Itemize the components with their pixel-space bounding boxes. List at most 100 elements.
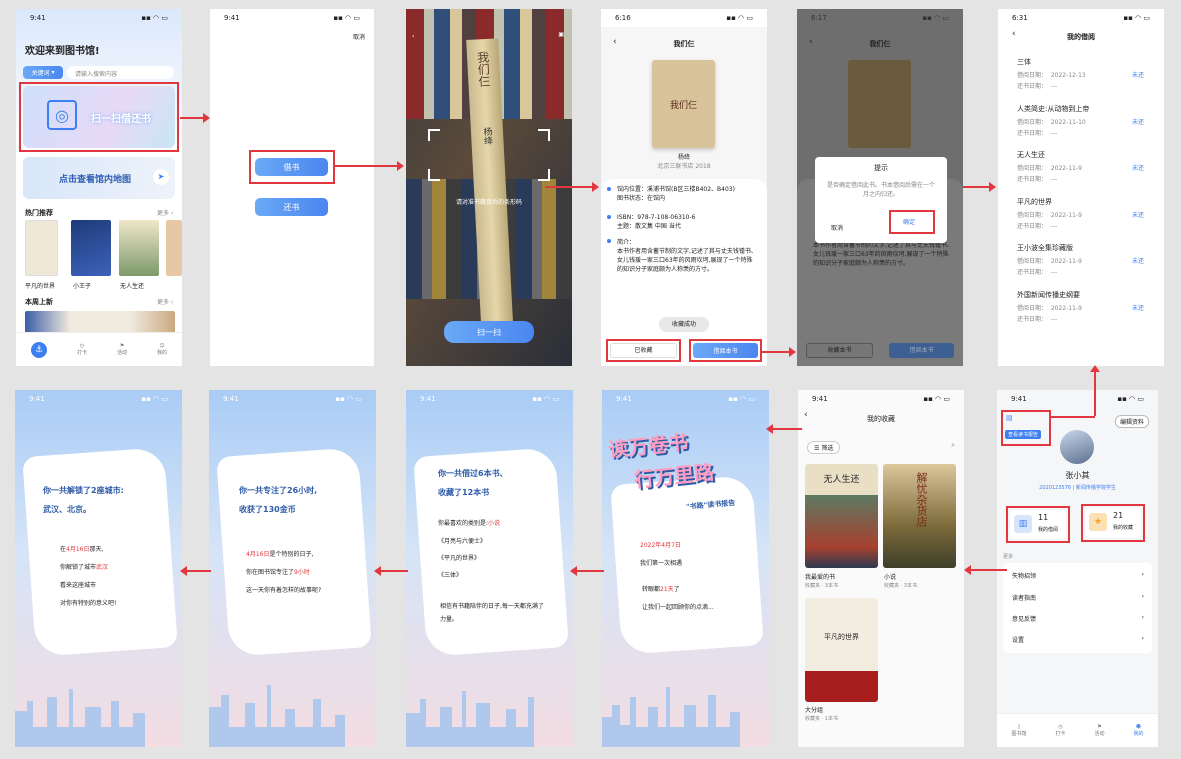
- record-return-date: 还书日期： ---: [1017, 176, 1058, 183]
- new-books-strip[interactable]: [25, 311, 175, 333]
- borrow-button[interactable]: 借书: [255, 158, 328, 176]
- collection-cover[interactable]: 解忧杂货店: [883, 464, 956, 568]
- scan-frame-corner: [428, 169, 440, 181]
- dialog-title: 提示: [874, 164, 888, 172]
- scan-frame-corner: [538, 129, 550, 141]
- book-cover[interactable]: [166, 220, 182, 276]
- nav-library[interactable]: ▯ 图书馆: [1011, 724, 1026, 737]
- record-borrow-date: 借阅日期： 2022-11-9: [1017, 258, 1082, 265]
- report-line: 对你有特别的意义吧!: [60, 600, 117, 607]
- borrow-count: 11: [1038, 513, 1049, 522]
- book-detail-screen: 6:16 ▪▪ ◠ ▭ 我们仨 ‹ 我们仨 杨绛 北京三联书店 2018 馆内位置…: [601, 9, 767, 366]
- dialog-cancel-button[interactable]: 取消: [831, 223, 843, 232]
- borrow-record[interactable]: 平凡的世界 借阅日期： 2022-11-9 还书日期： --- 未还: [998, 197, 1164, 237]
- report-line: 转眼都21天了: [642, 586, 680, 593]
- record-return-date: 还书日期： ---: [1017, 83, 1058, 90]
- menu-item-lost-found[interactable]: 失物招领 ›: [1012, 571, 1144, 580]
- my-favorites-card[interactable]: ★ 21 我的收藏: [1085, 508, 1141, 538]
- record-borrow-date: 借阅日期： 2022-11-9: [1017, 304, 1082, 312]
- gallery-icon[interactable]: ▣: [558, 31, 564, 38]
- hot-more-link[interactable]: 更多 ›: [157, 208, 173, 217]
- nav-mine[interactable]: ☻ 我的: [1133, 724, 1143, 737]
- intro-label: 简介：: [617, 239, 636, 246]
- dialog-ok-button[interactable]: 确定: [903, 217, 915, 226]
- hot-book-title: 平凡的世界: [25, 283, 56, 290]
- borrow-book-button[interactable]: 借阅本书: [693, 343, 758, 358]
- book-cover[interactable]: [71, 220, 111, 276]
- borrow-record[interactable]: 无人生还 借阅日期： 2022-11-9 还书日期： --- 未还: [998, 150, 1164, 190]
- scan-banner[interactable]: ◎ 扫一扫借还书: [23, 86, 175, 148]
- report-line: 看来这座城市: [60, 582, 97, 589]
- bullet-dot: [607, 215, 611, 219]
- intro-text: 本书作者用含蓄节制的文字,记述了其与丈夫钱锺书、女儿钱瑗一家三口63年的风雨坎坷…: [617, 248, 757, 273]
- map-banner[interactable]: 点击查看馆内地图 ➤: [23, 157, 175, 199]
- keyword-dropdown[interactable]: 关键词 ▾: [23, 66, 63, 79]
- bullet-dot: [607, 239, 611, 243]
- book-cover: [848, 60, 911, 148]
- nav-checkin[interactable]: ◷ 打卡: [1055, 724, 1065, 737]
- nav-home[interactable]: ⚓: [30, 341, 47, 358]
- report-focus-screen: 9:41 ▪▪ ◠ ▭ 你一共专注了26小时, 收获了130金币 4月16日是个特…: [209, 390, 376, 747]
- menu-item-settings[interactable]: 设置 ›: [1012, 635, 1144, 644]
- my-borrows-card[interactable]: ▥ 11 我的借阅: [1010, 510, 1066, 539]
- book-cover[interactable]: [25, 220, 58, 276]
- nav-checkin[interactable]: ◷ 打卡: [77, 343, 87, 356]
- isbn-info: ISBN：978-7-108-06310-6 主题：散文集 中国 当代: [617, 214, 696, 230]
- search-input[interactable]: 请输入搜索内容: [67, 66, 174, 79]
- collect-button[interactable]: 收藏本书: [806, 343, 873, 358]
- record-status: 未还: [1131, 118, 1144, 126]
- scan-hint: 请对准书籍背后的条形码: [455, 199, 522, 206]
- book-cover[interactable]: [119, 220, 159, 276]
- chevron-right-icon: ›: [1141, 614, 1144, 621]
- search-icon[interactable]: ⌕: [951, 441, 955, 450]
- edit-profile-button[interactable]: 编辑资料: [1114, 415, 1149, 428]
- borrow-book-button[interactable]: 借阅本书: [889, 343, 954, 358]
- collection-cover[interactable]: 平凡的世界: [805, 598, 878, 702]
- report-book: 《三体》: [438, 572, 463, 579]
- report-cover-screen: 9:41 ▪▪ ◠ ▭ 读万卷书 行万里路 "书路"读书报告 2022年4月7日 …: [602, 390, 769, 747]
- back-icon[interactable]: ‹: [613, 37, 617, 47]
- clock-icon: ◷: [79, 343, 85, 349]
- menu-item-feedback[interactable]: 意见反馈 ›: [1012, 614, 1144, 623]
- borrow-count-label: 我的借阅: [1038, 527, 1059, 533]
- hot-book-title: 无人生还: [120, 283, 145, 290]
- page-title: 我的借阅: [1067, 33, 1095, 41]
- new-more-link[interactable]: 更多 ›: [157, 297, 173, 306]
- scan-button[interactable]: 扫一扫: [444, 321, 534, 343]
- borrow-record[interactable]: 外国新闻传播史纲要 借阅日期： 2022-11-9 还书日期： --- 未还: [998, 290, 1164, 330]
- book-press: 北京三联书店 2018: [657, 163, 711, 170]
- collected-button[interactable]: 已收藏: [610, 343, 677, 358]
- filter-button[interactable]: ☰ 筛选: [807, 441, 841, 454]
- bullet-dot: [607, 187, 611, 191]
- flow-arrow: [762, 347, 796, 357]
- menu-item-guide[interactable]: 读者指南 ›: [1012, 593, 1144, 602]
- status-icons: ▪▪ ◠ ▭: [141, 14, 168, 22]
- user-subtitle: 2020123576 | 新闻传播学院学生: [1039, 485, 1116, 491]
- nav-mine[interactable]: ☺ 我的: [157, 343, 167, 356]
- flow-arrow: [1049, 416, 1095, 418]
- borrow-record[interactable]: 王小波全集珍藏版 借阅日期： 2022-11-9 还书日期： --- 未还: [998, 243, 1164, 283]
- record-status: 未还: [1131, 72, 1144, 79]
- report-line: 这一天你有着怎样的故事呢?: [246, 587, 322, 594]
- borrow-record[interactable]: 三体 借阅日期： 2022-12-13 还书日期： --- 未还: [998, 57, 1164, 97]
- city-skyline: [406, 691, 534, 747]
- collection-cover[interactable]: 无人生还: [805, 464, 878, 568]
- report-heading: 武汉、北京。: [43, 505, 91, 514]
- flow-arrow: [963, 182, 996, 192]
- back-icon[interactable]: ‹: [412, 33, 414, 40]
- book-icon: ▥: [1014, 515, 1032, 533]
- report-heading: 收藏了12本书: [438, 488, 490, 497]
- avatar[interactable]: [1060, 430, 1094, 464]
- report-heading: 你一共专注了26小时,: [239, 486, 318, 495]
- report-line: 你解锁了城市武汉: [60, 564, 109, 571]
- report-button[interactable]: 查看读书报告: [1005, 430, 1042, 439]
- record-title: 外国新闻传播史纲要: [1017, 290, 1080, 299]
- cancel-button[interactable]: 取消: [353, 32, 365, 41]
- anchor-icon: ⚓: [30, 341, 47, 358]
- borrow-record[interactable]: 人类简史:从动物到上帝 借阅日期： 2022-11-10 还书日期： --- 未还: [998, 104, 1164, 144]
- nav-activity[interactable]: ⚑ 活动: [117, 343, 127, 356]
- nav-activity[interactable]: ⚑ 活动: [1094, 724, 1104, 737]
- report-book: 《月亮与六便士》: [438, 538, 487, 545]
- return-button[interactable]: 还书: [255, 198, 328, 216]
- back-icon[interactable]: ‹: [809, 37, 813, 47]
